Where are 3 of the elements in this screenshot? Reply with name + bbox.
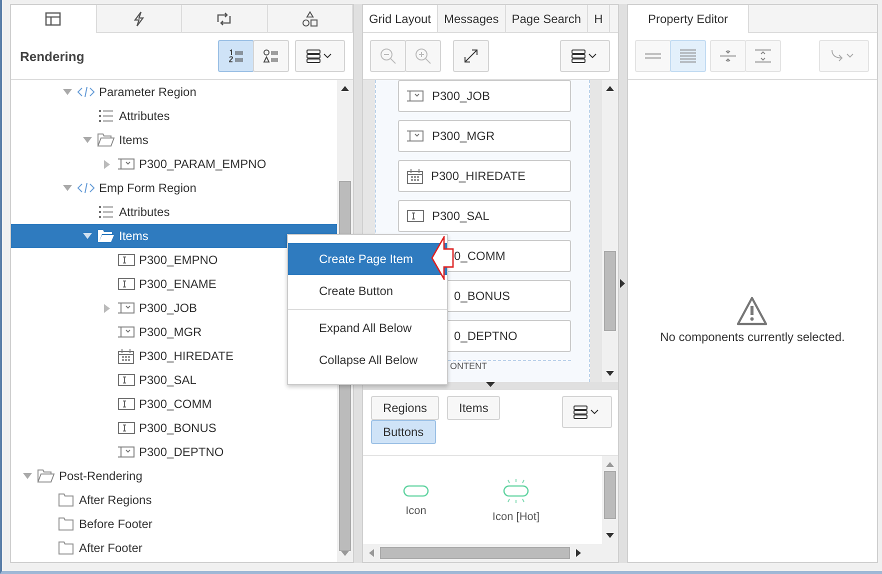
panel-title: Rendering	[19, 48, 86, 64]
empty-message: No components currently selected.	[660, 330, 845, 344]
region-label: ONTENT	[450, 361, 487, 371]
